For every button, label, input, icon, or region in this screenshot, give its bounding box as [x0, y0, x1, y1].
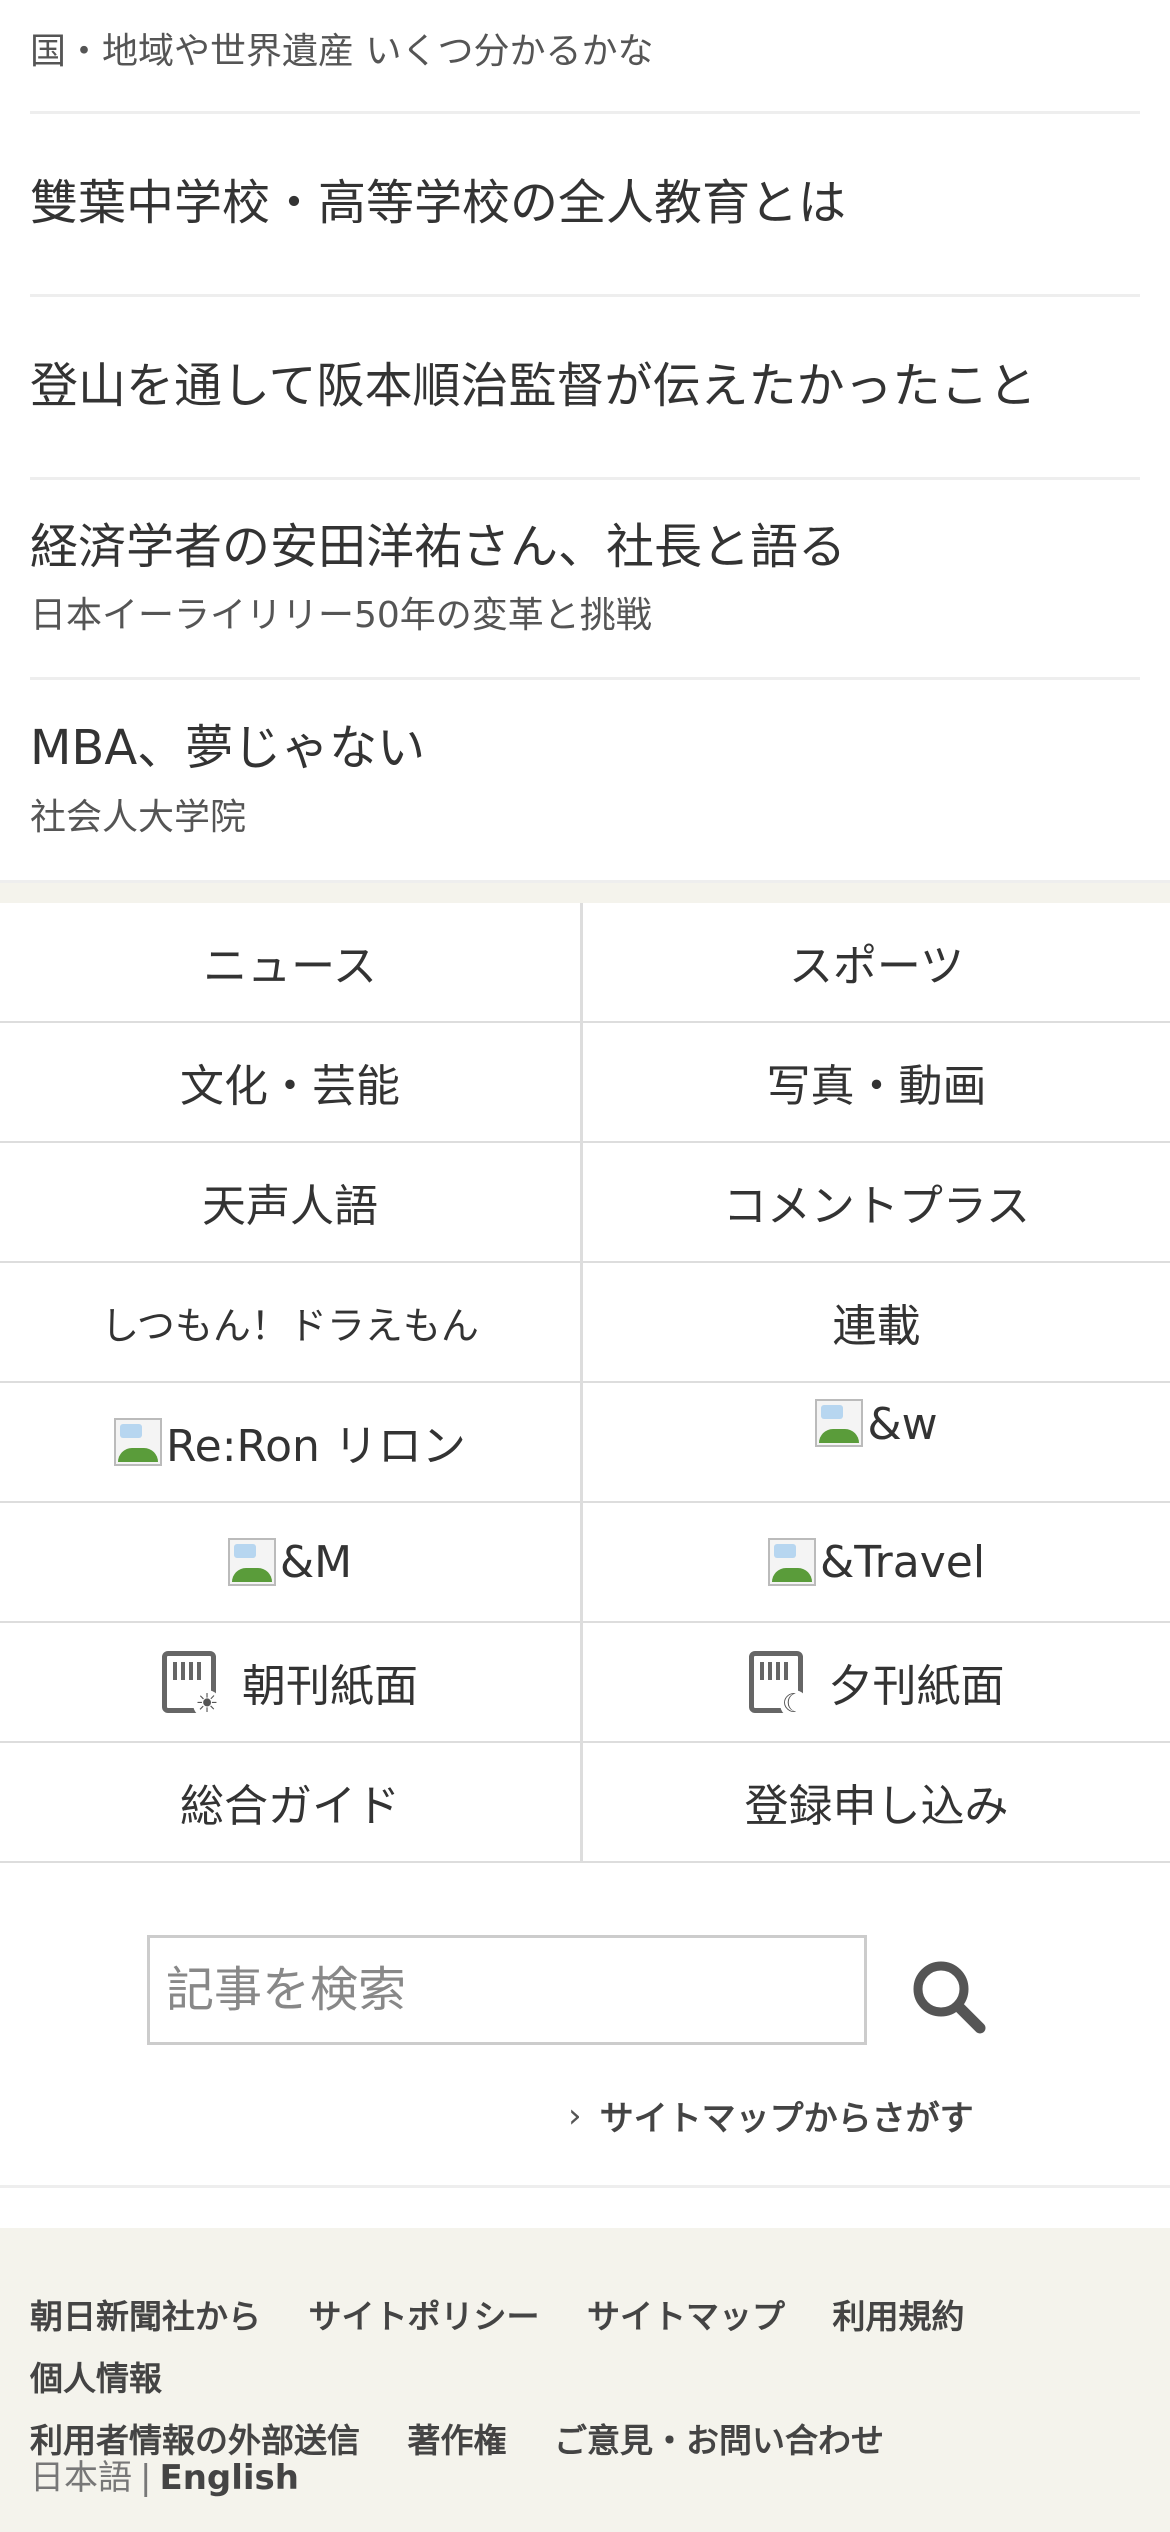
- nav-culture[interactable]: 文化・芸能: [0, 1023, 583, 1143]
- footer-links: 朝日新聞社から サイトポリシー サイトマップ 利用規約 個人情報 利用者情報の外…: [30, 2286, 1140, 2472]
- broken-image-icon: [227, 1538, 276, 1586]
- search-input[interactable]: [147, 1935, 867, 2045]
- newspaper-moon-icon: ☾: [748, 1651, 808, 1718]
- lang-japanese[interactable]: 日本語: [30, 2458, 132, 2498]
- footer-link[interactable]: サイトポリシー: [309, 2297, 540, 2336]
- article-item[interactable]: 経済学者の安田洋祐さん、社長と語る 日本イーライリリー50年の変革と挑戦: [30, 480, 1140, 680]
- nav-guide[interactable]: 総合ガイド: [0, 1743, 583, 1863]
- footer-link[interactable]: 朝日新聞社から: [30, 2297, 261, 2336]
- article-item[interactable]: 登山を通して阪本順治監督が伝えたかったこと: [30, 297, 1140, 480]
- chevron-right-icon: ›: [568, 2095, 582, 2136]
- nav-grid: ニュース スポーツ 文化・芸能 写真・動画 天声人語 コメントプラス しつもん！…: [0, 903, 1170, 1863]
- nav-evening-paper[interactable]: ☾ 夕刊紙面: [583, 1623, 1170, 1743]
- nav-and-w[interactable]: &w: [583, 1383, 1170, 1503]
- article-item[interactable]: 国・地域や世界遺産 いくつ分かるかな: [30, 0, 1140, 114]
- nav-morning-paper[interactable]: ☀ 朝刊紙面: [0, 1623, 583, 1743]
- footer-link[interactable]: サイトマップ: [587, 2297, 785, 2336]
- nav-reron-label: Re:Ron リロン: [166, 1421, 466, 1472]
- nav-reron[interactable]: Re:Ron リロン: [0, 1383, 583, 1503]
- nav-comment-plus[interactable]: コメントプラス: [583, 1143, 1170, 1263]
- article-item[interactable]: 雙葉中学校・高等学校の全人教育とは: [30, 114, 1140, 297]
- footer-link[interactable]: 利用規約: [833, 2297, 965, 2336]
- nav-sports[interactable]: スポーツ: [583, 903, 1170, 1023]
- broken-image-icon: [815, 1399, 864, 1447]
- nav-and-m[interactable]: &M: [0, 1503, 583, 1623]
- search-button[interactable]: [905, 1953, 995, 2043]
- footer-link[interactable]: ご意見・お問い合わせ: [554, 2421, 884, 2460]
- footer-link[interactable]: 個人情報: [30, 2359, 162, 2398]
- nav-and-travel-label: &Travel: [819, 1536, 986, 1588]
- search-section: › サイトマップからさがす: [0, 1863, 1170, 2188]
- article-title: 登山を通して阪本順治監督が伝えたかったこと: [30, 358, 1037, 415]
- nav-and-travel[interactable]: &Travel: [583, 1503, 1170, 1623]
- nav-news[interactable]: ニュース: [0, 903, 583, 1023]
- lang-separator: |: [140, 2458, 152, 2498]
- broken-image-icon: [767, 1538, 816, 1586]
- nav-doraemon[interactable]: しつもん！ドラえもん: [0, 1263, 583, 1383]
- article-title: 経済学者の安田洋祐さん、社長と語る: [30, 518, 847, 575]
- nav-morning-paper-label: 朝刊紙面: [242, 1661, 418, 1712]
- article-item[interactable]: MBA、夢じゃない 社会人大学院: [30, 680, 1140, 880]
- page: 国・地域や世界遺産 いくつ分かるかな 雙葉中学校・高等学校の全人教育とは 登山を…: [0, 0, 1170, 2532]
- nav-serial[interactable]: 連載: [583, 1263, 1170, 1383]
- nav-register[interactable]: 登録申し込み: [583, 1743, 1170, 1863]
- article-title: 雙葉中学校・高等学校の全人教育とは: [30, 175, 847, 232]
- article-subtitle: 社会人大学院: [30, 796, 247, 838]
- footer: 朝日新聞社から サイトポリシー サイトマップ 利用規約 個人情報 利用者情報の外…: [0, 2228, 1170, 2532]
- sitemap-search-link[interactable]: › サイトマップからさがす: [568, 2091, 974, 2140]
- nav-photo-video[interactable]: 写真・動画: [583, 1023, 1170, 1143]
- nav-and-m-label: &M: [279, 1536, 353, 1588]
- section-divider: [0, 880, 1170, 903]
- broken-image-icon: [114, 1418, 163, 1466]
- footer-link[interactable]: 著作権: [408, 2421, 507, 2460]
- nav-tenseijingo[interactable]: 天声人語: [0, 1143, 583, 1263]
- nav-and-w-label: &w: [867, 1399, 938, 1450]
- nav-evening-paper-label: 夕刊紙面: [828, 1661, 1005, 1712]
- article-list: 国・地域や世界遺産 いくつ分かるかな 雙葉中学校・高等学校の全人教育とは 登山を…: [0, 0, 1170, 880]
- magnifier-icon: [913, 1961, 986, 2034]
- language-switch: 日本語 | English: [30, 2450, 299, 2499]
- article-subtitle: 国・地域や世界遺産 いくつ分かるかな: [30, 31, 654, 72]
- article-title: MBA、夢じゃない: [30, 720, 426, 777]
- newspaper-sun-icon: ☀: [162, 1651, 221, 1718]
- article-subtitle: 日本イーライリリー50年の変革と挑戦: [30, 595, 652, 637]
- lang-english[interactable]: English: [159, 2458, 299, 2498]
- sitemap-search-label: サイトマップからさがす: [599, 2099, 974, 2139]
